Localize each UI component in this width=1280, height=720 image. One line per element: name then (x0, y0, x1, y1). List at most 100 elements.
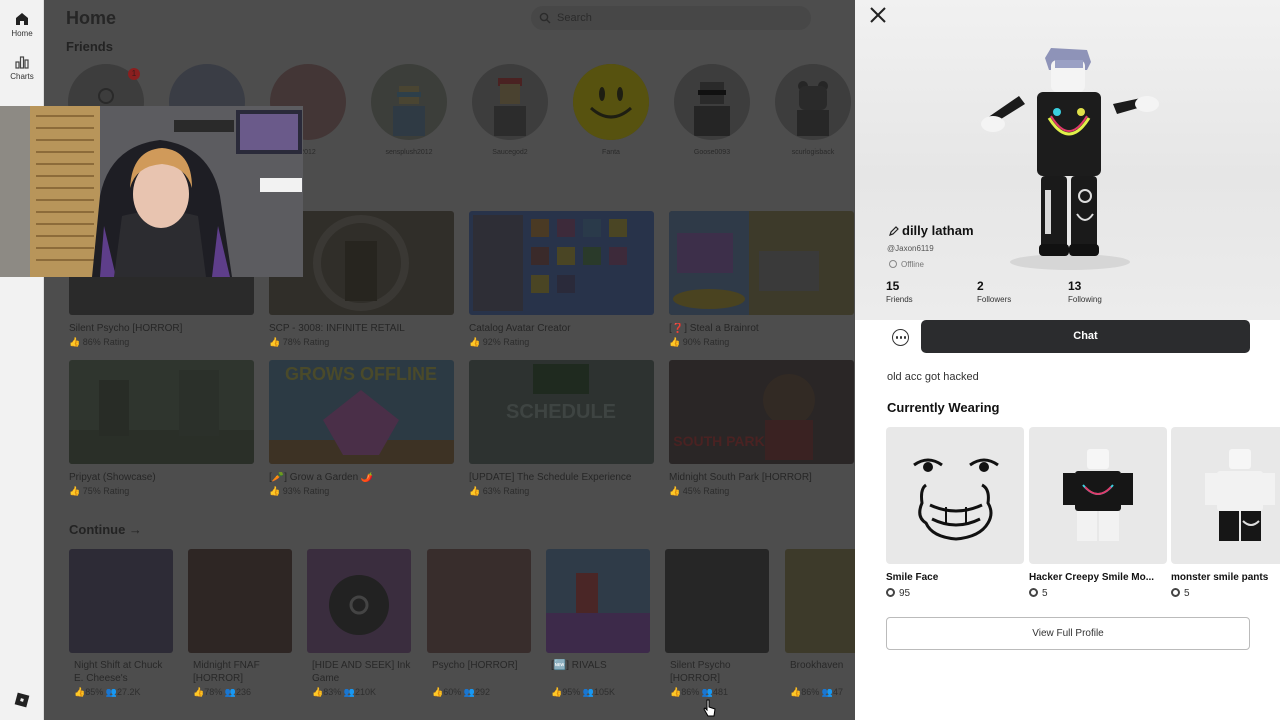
currently-wearing-title: Currently Wearing (887, 400, 1000, 415)
presence-status: Offline (889, 260, 924, 269)
continue-game-card[interactable]: Brookhaven 👍86% 👥47 (785, 549, 855, 698)
item-thumbnail (1029, 427, 1167, 564)
smiley-avatar (573, 64, 649, 140)
game-thumbnail (427, 549, 531, 653)
avatar-hero (855, 0, 1280, 320)
game-title: Midnight FNAF [HORROR] (193, 660, 260, 684)
stat-value: 15 (886, 279, 900, 293)
game-title: Pripyat (Showcase) (69, 472, 156, 483)
game-title: [HIDE AND SEEK] Ink Game (312, 660, 411, 684)
friend-name: sensplush2012 (385, 149, 433, 156)
home-icon (16, 13, 28, 25)
game-thumbnail (69, 549, 173, 653)
nav-item-charts[interactable]: Charts (0, 55, 44, 81)
game-thumbnail (307, 549, 411, 653)
item-thumbnail (1171, 427, 1280, 564)
game-rating: 👍 75% Rating (69, 486, 130, 496)
continue-game-card[interactable]: Psycho [HORROR] 👍60% 👥292 (427, 549, 531, 698)
item-price: 95 (886, 588, 1024, 599)
view-full-profile-button[interactable]: View Full Profile (886, 617, 1250, 650)
more-options-icon[interactable] (892, 329, 909, 346)
charts-icon (15, 56, 29, 69)
hacker-shirt-image (1063, 449, 1133, 541)
chat-button[interactable]: Chat (921, 320, 1250, 353)
game-title: Silent Psycho [HORROR] (670, 660, 731, 684)
item-price: 5 (1029, 588, 1167, 599)
continue-game-card[interactable]: [HIDE AND SEEK] Ink Game 👍83% 👥210K (307, 549, 411, 698)
smile-face-image (913, 458, 999, 541)
continue-section-title[interactable]: Continue → (69, 522, 142, 537)
friend-item[interactable]: Saucegod2 (470, 64, 550, 156)
display-name: dilly latham (889, 223, 974, 238)
display-name-text: dilly latham (902, 223, 974, 238)
game-stats: 👍95% 👥105K (551, 687, 615, 697)
game-thumbnail (665, 549, 769, 653)
game-thumbnail: SCHEDULE (469, 360, 654, 464)
friend-item[interactable]: scurlogisback (773, 64, 853, 156)
game-title: Silent Psycho [HORROR] (69, 323, 183, 334)
friends-section-title: Friends (66, 39, 113, 54)
pencil-icon[interactable] (889, 226, 899, 236)
search-placeholder: Search (557, 12, 592, 24)
game-title: Midnight South Park [HORROR] (669, 472, 812, 483)
game-card[interactable]: SCHEDULE [UPDATE] The Schedule Experienc… (469, 360, 654, 497)
stat-label: Friends (886, 295, 913, 304)
stat-value: 13 (1068, 279, 1082, 293)
wearing-item[interactable]: Hacker Creepy Smile Mo... 5 (1029, 427, 1167, 599)
game-title: Brookhaven (790, 660, 844, 671)
nav-item-home[interactable]: Home (0, 12, 44, 38)
continue-game-card[interactable]: Midnight FNAF [HORROR] 👍78% 👥236 (188, 549, 292, 698)
robux-icon (886, 588, 895, 597)
close-icon[interactable] (865, 2, 889, 26)
stat-following[interactable]: 13 Following (1068, 279, 1102, 304)
game-card[interactable]: [❓] Steal a Brainrot 👍 90% Rating (669, 211, 854, 348)
stat-label: Followers (977, 295, 1012, 304)
roblox-logo-icon[interactable] (14, 692, 30, 708)
item-name: Hacker Creepy Smile Mo... (1029, 572, 1155, 583)
continue-game-card[interactable]: Night Shift at Chuck E. Cheese's 👍85% 👥27… (69, 549, 173, 698)
svg-text:GROWS OFFLINE: GROWS OFFLINE (285, 364, 437, 384)
friend-item[interactable]: Goose0093 (672, 64, 752, 156)
game-stats: 👍78% 👥236 (193, 687, 251, 697)
game-title: [🆕] RIVALS (551, 660, 607, 671)
game-card[interactable]: Catalog Avatar Creator 👍 92% Rating (469, 211, 654, 348)
webcam-feed (0, 106, 303, 277)
username: @Jaxon6119 (887, 244, 934, 253)
svg-text:SOUTH PARK: SOUTH PARK (673, 433, 765, 449)
mouse-cursor-icon (703, 699, 716, 717)
continue-game-card[interactable]: [🆕] RIVALS 👍95% 👥105K (546, 549, 650, 698)
webcam-overlay (0, 106, 303, 277)
friend-name: Goose0093 (693, 149, 731, 156)
wearing-item[interactable]: monster smile pants 5 (1171, 427, 1280, 599)
monster-pants-image (1205, 449, 1275, 541)
stat-followers[interactable]: 2 Followers (977, 279, 1011, 304)
game-card[interactable]: GROWS OFFLINE [🥕] Grow a Garden 🌶️ 👍 93%… (269, 360, 454, 497)
friend-item[interactable]: Fanta (571, 64, 651, 156)
game-rating: 👍 78% Rating (269, 337, 330, 347)
game-title: [UPDATE] The Schedule Experience (469, 472, 632, 483)
friend-name: Fanta (602, 149, 620, 156)
game-stats: 👍60% 👥292 (432, 687, 490, 697)
game-thumbnail (69, 360, 254, 464)
continue-game-card[interactable]: Silent Psycho [HORROR] 👍86% 👥481 (665, 549, 769, 698)
game-thumbnail: GROWS OFFLINE (269, 360, 454, 464)
game-thumbnail (469, 211, 654, 315)
game-card[interactable]: Pripyat (Showcase) 👍 75% Rating (69, 360, 254, 497)
friend-item[interactable]: sensplush2012 (369, 64, 449, 156)
game-card[interactable]: SOUTH PARK Midnight South Park [HORROR] … (669, 360, 854, 497)
wearing-item[interactable]: Smile Face 95 (886, 427, 1024, 599)
robux-icon (1171, 588, 1180, 597)
game-title: Catalog Avatar Creator (469, 323, 571, 334)
page-title: Home (66, 8, 117, 28)
friend-avatar (393, 86, 425, 136)
game-rating: 👍 90% Rating (669, 337, 730, 347)
nav-label-home: Home (11, 29, 33, 38)
game-thumbnail (546, 549, 650, 653)
profile-panel: dilly latham @Jaxon6119 Offline 15 Friend… (855, 0, 1280, 720)
game-rating: 👍 92% Rating (469, 337, 530, 347)
game-stats: 👍86% 👥481 (670, 687, 728, 697)
game-thumbnail (785, 549, 855, 653)
stat-value: 2 (977, 279, 984, 293)
search-input[interactable]: Search (531, 6, 811, 30)
stat-friends[interactable]: 15 Friends (886, 279, 913, 304)
